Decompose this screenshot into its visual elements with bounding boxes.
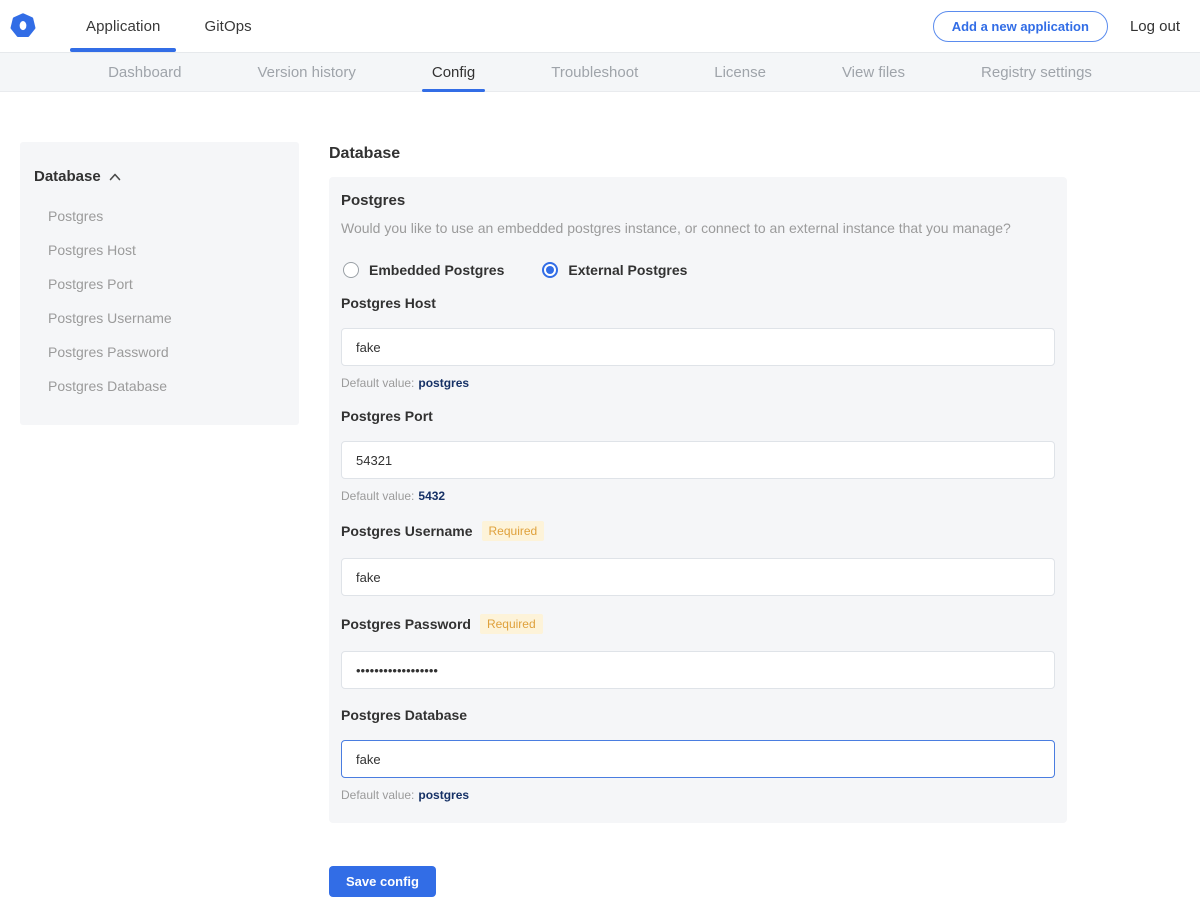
- topbar-tabs: Application GitOps: [64, 0, 274, 52]
- subnav-item-license[interactable]: License: [704, 53, 776, 91]
- group-title: Postgres: [341, 192, 1055, 209]
- main-panel: Database Postgres Would you like to use …: [329, 142, 1067, 897]
- chevron-up-icon: [109, 173, 121, 181]
- config-field-postgres-host: Postgres Host Default value:postgres: [341, 295, 1055, 390]
- subnav-item-label: View files: [842, 64, 905, 81]
- top-tab-label: Application: [86, 18, 160, 35]
- subnav: Dashboard Version history Config Troublesho…: [0, 52, 1200, 92]
- top-tab-application[interactable]: Application: [64, 0, 182, 52]
- field-default-row: Default value:postgres: [341, 788, 1055, 802]
- subnav-item-label: Config: [432, 64, 475, 81]
- top-tab-label: GitOps: [204, 18, 251, 35]
- config-field-postgres-port: Postgres Port Default value:5432: [341, 408, 1055, 503]
- page-title: Database: [329, 145, 1067, 163]
- sidebar-item-postgres[interactable]: Postgres: [34, 199, 283, 233]
- config-sidebar: Database PostgresPostgres HostPostgres P…: [20, 142, 299, 425]
- field-label: Postgres Database: [341, 707, 467, 723]
- subnav-item-config[interactable]: Config: [422, 53, 485, 91]
- config-field-postgres-username: Postgres Username Required: [341, 521, 1055, 596]
- field-default-row: Default value:postgres: [341, 376, 1055, 390]
- postgres-port-input[interactable]: [341, 441, 1055, 479]
- field-label: Postgres Port: [341, 408, 433, 424]
- required-badge: Required: [482, 521, 545, 541]
- required-badge: Required: [480, 614, 543, 634]
- subnav-item-troubleshoot[interactable]: Troubleshoot: [541, 53, 648, 91]
- config-field-postgres-database: Postgres Database Default value:postgres: [341, 707, 1055, 802]
- subnav-item-label: Dashboard: [108, 64, 181, 81]
- subnav-item-label: Registry settings: [981, 64, 1092, 81]
- sidebar-group-database[interactable]: Database: [34, 168, 283, 185]
- save-config-button[interactable]: Save config: [329, 866, 436, 897]
- postgres-database-input[interactable]: [341, 740, 1055, 778]
- field-label: Postgres Username: [341, 523, 473, 539]
- sidebar-item-postgres-username[interactable]: Postgres Username: [34, 301, 283, 335]
- postgres-host-input[interactable]: [341, 328, 1055, 366]
- content-area: Database PostgresPostgres HostPostgres P…: [0, 92, 1200, 897]
- add-application-button[interactable]: Add a new application: [933, 11, 1108, 42]
- field-default-row: Default value:5432: [341, 489, 1055, 503]
- subnav-item-label: License: [714, 64, 766, 81]
- config-group-card: Postgres Would you like to use an embedd…: [329, 177, 1067, 823]
- subnav-item-view-files[interactable]: View files: [832, 53, 915, 91]
- postgres-username-input[interactable]: [341, 558, 1055, 596]
- group-description: Would you like to use an embedded postgr…: [341, 220, 1055, 236]
- field-label: Postgres Password: [341, 616, 471, 632]
- radio-icon: [343, 262, 359, 278]
- sidebar-items: PostgresPostgres HostPostgres PortPostgr…: [34, 199, 283, 403]
- radio-embedded-postgres[interactable]: Embedded Postgres: [343, 262, 504, 278]
- sidebar-item-postgres-database[interactable]: Postgres Database: [34, 369, 283, 403]
- config-fields: Postgres Host Default value:postgres Pos…: [341, 295, 1055, 802]
- subnav-item-dashboard[interactable]: Dashboard: [98, 53, 191, 91]
- postgres-radio-group: Embedded Postgres External Postgres: [343, 262, 1055, 278]
- subnav-item-registry-settings[interactable]: Registry settings: [971, 53, 1102, 91]
- field-label: Postgres Host: [341, 295, 436, 311]
- config-field-postgres-password: Postgres Password Required: [341, 614, 1055, 689]
- sidebar-group-label: Database: [34, 168, 101, 185]
- radio-external-postgres[interactable]: External Postgres: [542, 262, 687, 278]
- sidebar-item-postgres-host[interactable]: Postgres Host: [34, 233, 283, 267]
- topbar: ApplicationGitOps Add a new application …: [0, 0, 1200, 52]
- app-logo-icon: [10, 13, 36, 39]
- sidebar-item-postgres-password[interactable]: Postgres Password: [34, 335, 283, 369]
- top-tab-gitops[interactable]: GitOps: [182, 0, 273, 52]
- logout-link[interactable]: Log out: [1130, 18, 1180, 35]
- sidebar-item-postgres-port[interactable]: Postgres Port: [34, 267, 283, 301]
- postgres-password-input[interactable]: [341, 651, 1055, 689]
- subnav-item-label: Troubleshoot: [551, 64, 638, 81]
- subnav-item-label: Version history: [257, 64, 355, 81]
- radio-icon: [542, 262, 558, 278]
- subnav-item-version-history[interactable]: Version history: [247, 53, 365, 91]
